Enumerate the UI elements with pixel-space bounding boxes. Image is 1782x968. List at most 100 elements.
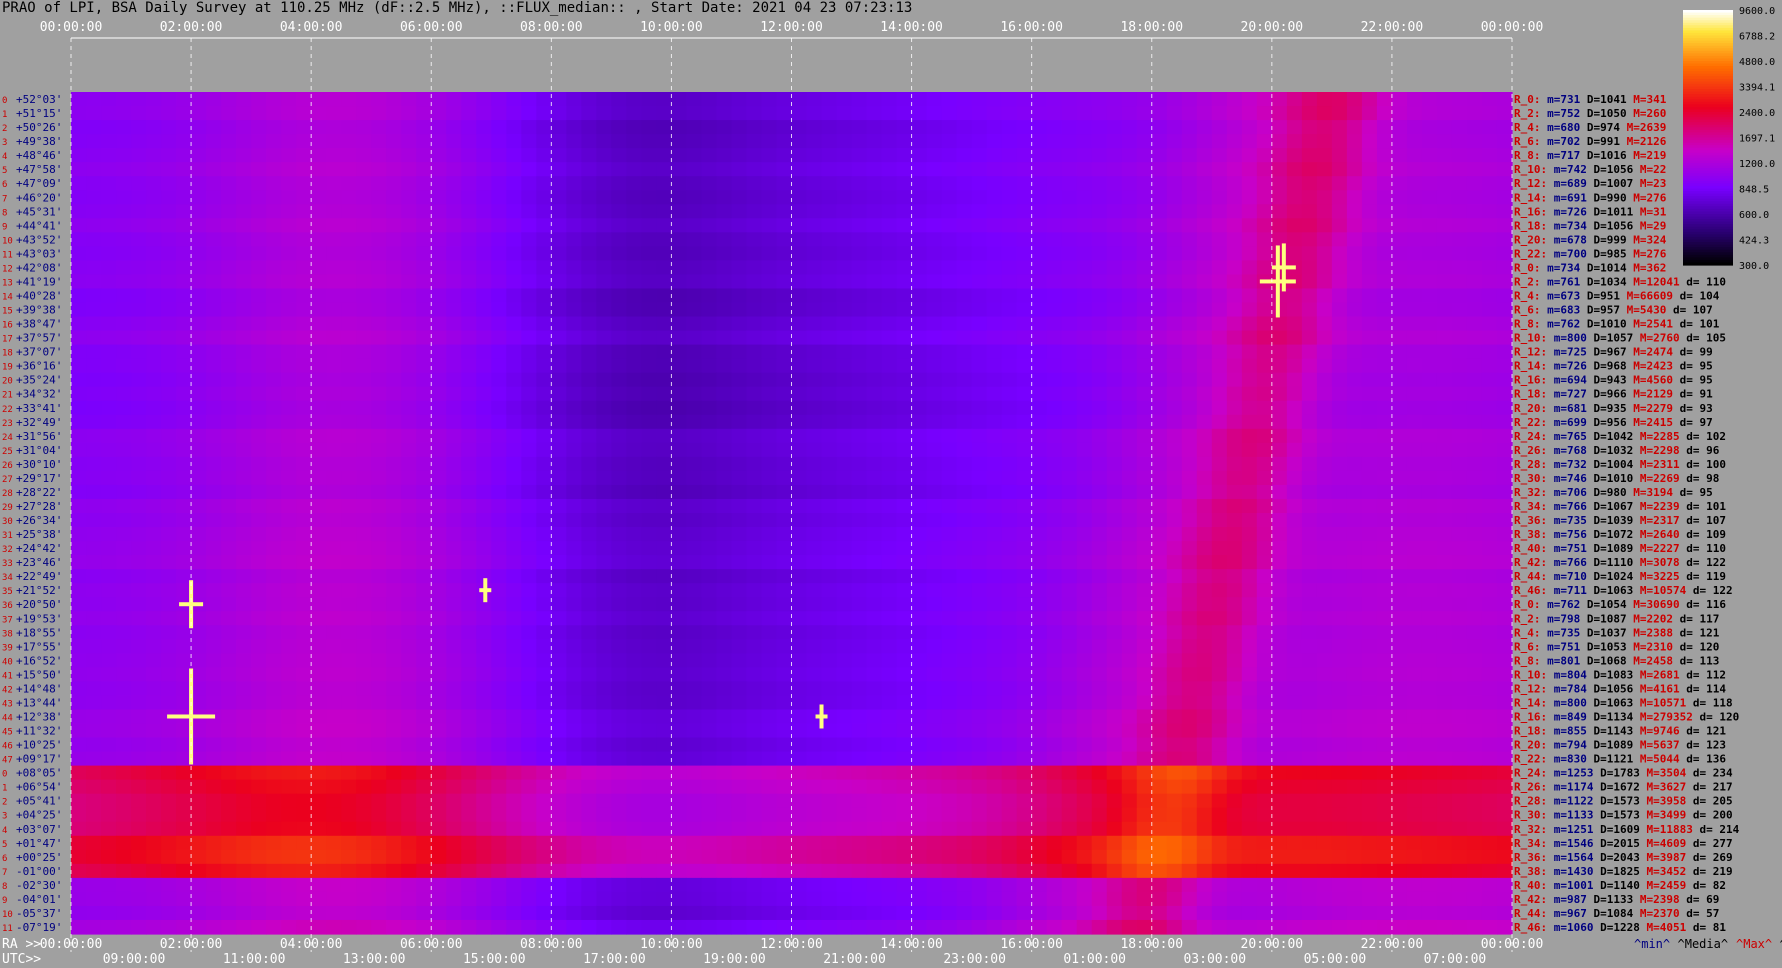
heatmap-cell [671, 148, 688, 163]
heatmap-cell [1181, 274, 1198, 290]
heatmap-cell [1136, 569, 1153, 584]
heatmap-cell [776, 667, 793, 682]
heatmap-cell [1496, 695, 1513, 711]
heatmap-cell [86, 681, 102, 697]
heatmap-cell [1451, 344, 1468, 360]
heatmap-cell [161, 681, 177, 697]
heatmap-cell [971, 639, 988, 654]
heatmap-cell [1241, 120, 1258, 135]
heatmap-cell [851, 386, 868, 402]
heatmap-cell [791, 274, 808, 290]
heatmap-cell [941, 723, 958, 739]
heatmap-cell [1256, 162, 1273, 177]
heatmap-cell [1061, 134, 1078, 149]
heatmap-cell [386, 484, 402, 500]
heatmap-cell [911, 681, 928, 697]
heatmap-cell [1151, 428, 1168, 444]
heatmap-cell [716, 597, 733, 612]
heatmap-cell [1466, 260, 1483, 276]
heatmap-cell [1466, 667, 1483, 682]
heatmap-cell [1076, 246, 1093, 261]
heatmap-cell [1061, 597, 1078, 612]
heatmap-cell [836, 527, 853, 542]
heatmap-cell [956, 204, 973, 219]
heatmap-cell [1121, 484, 1138, 500]
heatmap-cell [1211, 569, 1228, 584]
heatmap-cell [761, 92, 778, 107]
heatmap-cell [206, 148, 222, 163]
heatmap-cell [191, 232, 207, 247]
heatmap-cell [1466, 442, 1483, 458]
heatmap-cell [1406, 597, 1423, 612]
heatmap-cell [1256, 386, 1273, 402]
heatmap-cell [776, 92, 793, 107]
heatmap-cell [1301, 134, 1318, 149]
heatmap-cell [356, 442, 372, 458]
heatmap-cell [836, 148, 853, 163]
heatmap-cell [731, 456, 748, 472]
heatmap-cell [1106, 134, 1123, 149]
heatmap-cell [971, 765, 988, 781]
heatmap-cell [746, 569, 763, 584]
heatmap-cell [236, 134, 252, 149]
heatmap-cell [941, 611, 958, 626]
heatmap-cell [566, 737, 582, 753]
heatmap-cell [731, 92, 748, 107]
heatmap-cell [806, 260, 823, 276]
heatmap-cell [161, 372, 177, 388]
heatmap-cell [611, 807, 627, 823]
heatmap-cell [521, 442, 537, 458]
heatmap-cell [611, 498, 627, 514]
heatmap-cell [1451, 162, 1468, 177]
heatmap-cell [1451, 695, 1468, 711]
heatmap-cell [776, 148, 793, 163]
heatmap-cell [1226, 358, 1243, 374]
heatmap-cell [236, 597, 252, 612]
heatmap-cell [1421, 513, 1438, 528]
heatmap-cell [1106, 400, 1123, 416]
heatmap-cell [1331, 541, 1348, 556]
heatmap-cell [566, 470, 582, 486]
heatmap-cell [356, 498, 372, 514]
heatmap-cell [71, 695, 87, 711]
heatmap-cell [851, 260, 868, 276]
heatmap-cell [116, 737, 132, 753]
heatmap-cell [1061, 162, 1078, 177]
heatmap-cell [1226, 653, 1243, 668]
heatmap-cell [941, 807, 958, 823]
heatmap-cell [686, 358, 703, 374]
heatmap-cell [821, 779, 838, 795]
heatmap-cell [236, 779, 252, 795]
heatmap-cell [1211, 162, 1228, 177]
heatmap-cell [1451, 428, 1468, 444]
heatmap-cell [1046, 779, 1063, 795]
heatmap-cell [551, 316, 567, 332]
heatmap-cell [1286, 92, 1303, 107]
heatmap-cell [461, 681, 477, 697]
heatmap-cell [1076, 134, 1093, 149]
heatmap-cell [1466, 470, 1483, 486]
heatmap-cell [1211, 583, 1228, 598]
heatmap-cell [1361, 358, 1378, 374]
heatmap-cell [1211, 667, 1228, 682]
heatmap-cell [191, 442, 207, 458]
heatmap-cell [1451, 106, 1468, 121]
heatmap-cell [1496, 232, 1513, 247]
heatmap-cell [986, 695, 1003, 711]
heatmap-cell [1316, 695, 1333, 711]
heatmap-cell [1421, 232, 1438, 247]
heatmap-cell [611, 667, 627, 682]
heatmap-cell [356, 583, 372, 598]
heatmap-cell [1466, 218, 1483, 233]
heatmap-cell [311, 190, 327, 205]
heatmap-cell [986, 162, 1003, 177]
heatmap-cell [896, 302, 913, 318]
heatmap-cell [1301, 513, 1318, 528]
heatmap-cell [581, 148, 597, 163]
heatmap-cell [761, 190, 778, 205]
heatmap-cell [1196, 639, 1213, 654]
heatmap-cell [371, 288, 387, 304]
heatmap-cell [476, 274, 492, 290]
heatmap-cell [1451, 484, 1468, 500]
heatmap-cell [341, 148, 357, 163]
